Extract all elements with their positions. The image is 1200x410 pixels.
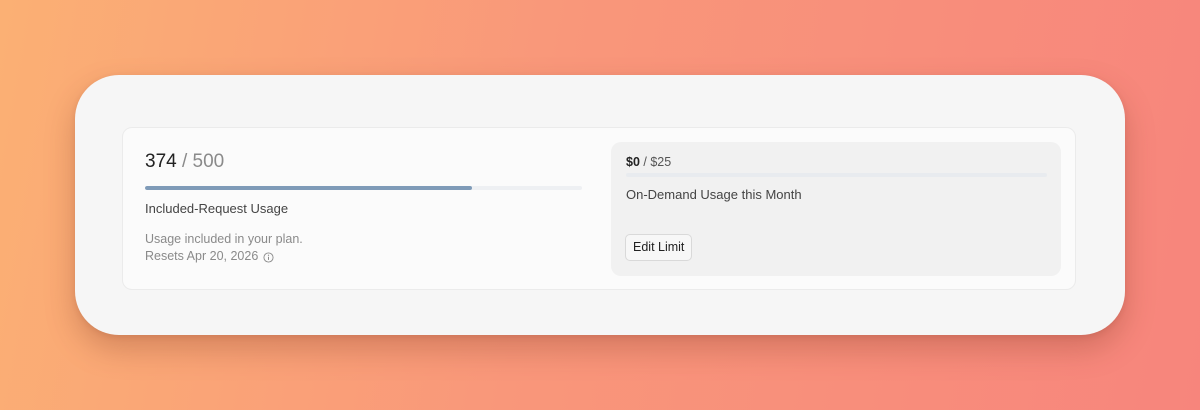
info-circle-icon[interactable] xyxy=(263,251,274,263)
on-demand-limit-value: $25 xyxy=(650,155,672,169)
usage-panel: 374 / 500 Included-Request Usage Usage i… xyxy=(122,127,1076,290)
included-used-value: 374 xyxy=(145,151,177,172)
on-demand-usage-section: $0 / $25 On-Demand Usage this Month Edit… xyxy=(611,142,1061,276)
resets-date-line: Resets Apr 20, 2026 xyxy=(145,248,582,265)
on-demand-spend-count: $0 / $25 xyxy=(626,154,671,170)
included-request-count: 374 / 500 xyxy=(145,150,582,174)
on-demand-spent-value: $0 xyxy=(626,155,640,169)
on-demand-separator: / xyxy=(639,155,651,169)
usage-card: 374 / 500 Included-Request Usage Usage i… xyxy=(75,75,1125,335)
included-count-separator: / xyxy=(176,151,193,172)
included-total-value: 500 xyxy=(192,151,225,172)
included-usage-note: Usage included in your plan. xyxy=(145,232,303,246)
edit-limit-button[interactable]: Edit Limit xyxy=(625,234,693,261)
included-usage-label: Included-Request Usage xyxy=(145,201,289,216)
included-usage-progress-fill xyxy=(145,186,472,190)
resets-date-text: Resets Apr 20, 2026 xyxy=(145,249,259,263)
included-usage-section: 374 / 500 Included-Request Usage Usage i… xyxy=(145,150,582,265)
on-demand-usage-progress-bar xyxy=(626,173,1047,177)
on-demand-usage-label: On-Demand Usage this Month xyxy=(626,187,802,202)
included-usage-progress-bar xyxy=(145,186,582,190)
